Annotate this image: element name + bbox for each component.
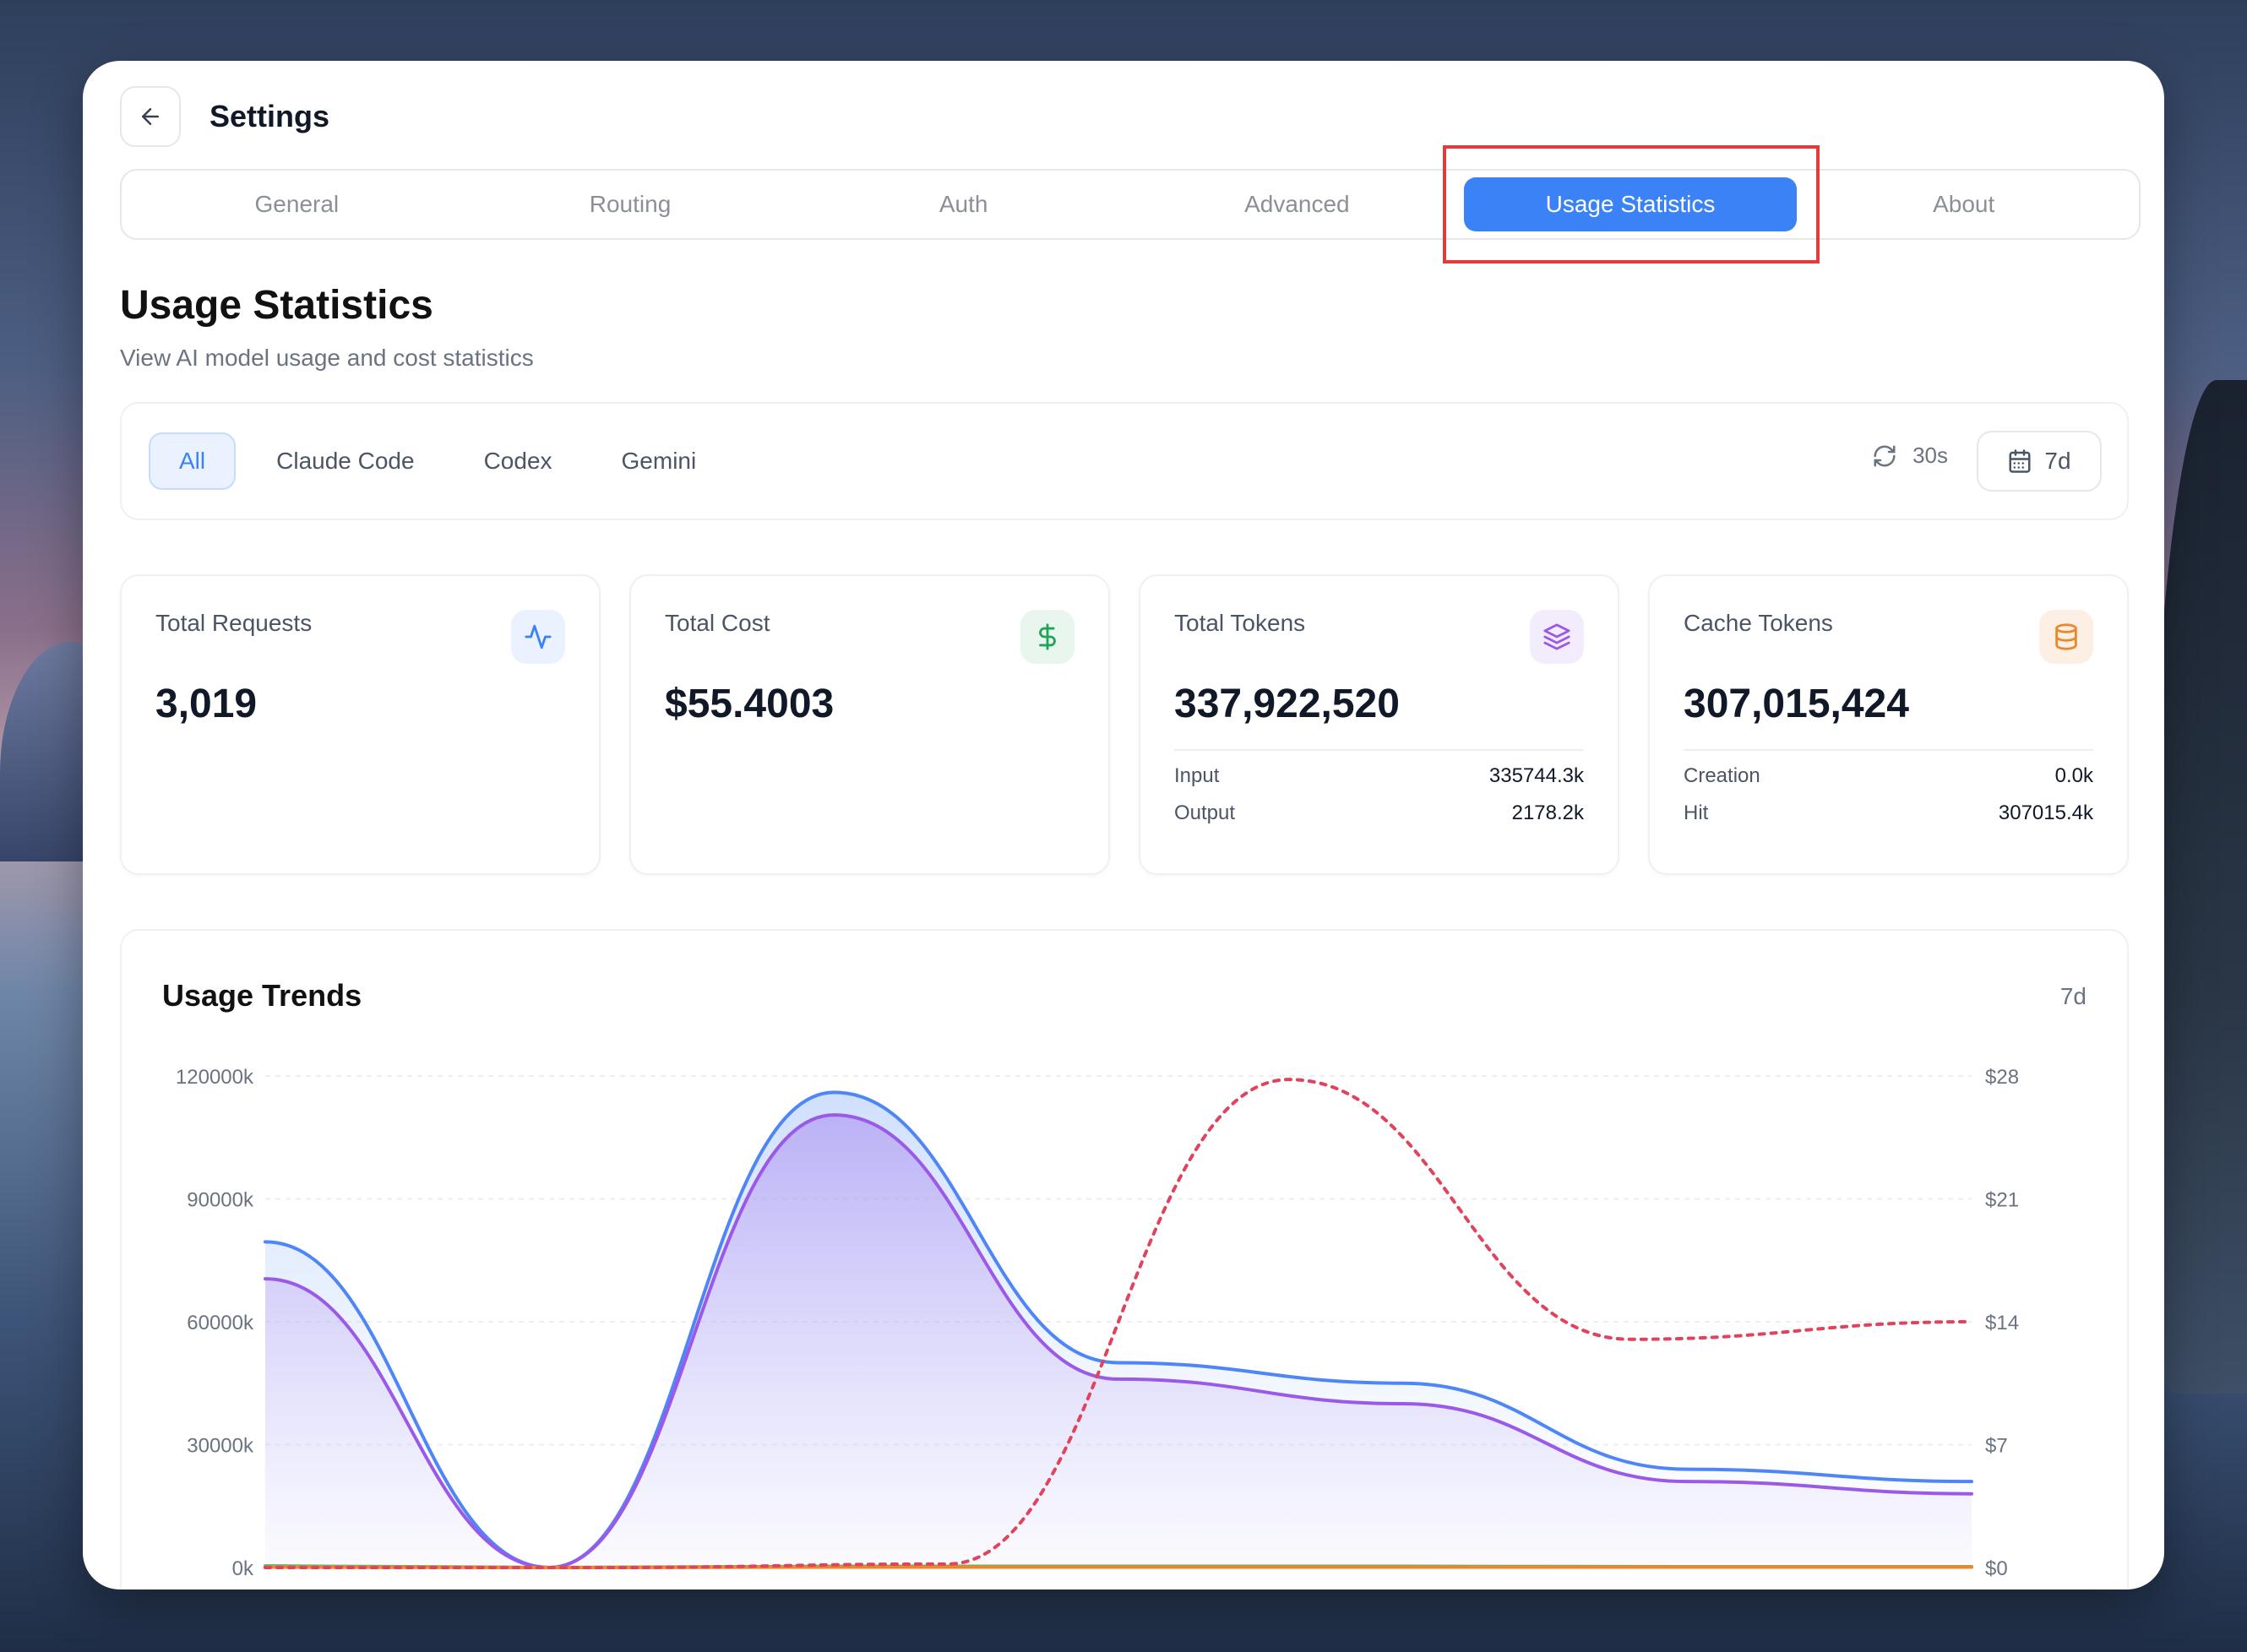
- y2-tick-label: $21: [1985, 1189, 2019, 1212]
- tab-routing[interactable]: Routing: [464, 177, 797, 231]
- breakdown-label: Output: [1174, 802, 1236, 824]
- y-tick-label: 60000k: [187, 1312, 254, 1334]
- breakdown-value: 2178.2k: [1511, 802, 1584, 824]
- tool-filters: All Claude Code Codex Gemini: [149, 432, 725, 490]
- card-value: 337,922,520: [1174, 682, 1400, 726]
- card-divider: [1174, 749, 1584, 751]
- card-label: Total Tokens: [1174, 610, 1306, 636]
- refresh-interval-label: 30s: [1912, 443, 1948, 468]
- card-divider: [1684, 749, 2093, 751]
- back-button[interactable]: [120, 86, 181, 147]
- y-tick-label: 90000k: [187, 1189, 254, 1212]
- total-cost-card: Total Cost $55.4003: [629, 574, 1110, 875]
- arrow-left-icon: [142, 108, 159, 125]
- card-label: Total Cost: [665, 610, 770, 636]
- filter-all[interactable]: All: [149, 432, 237, 490]
- calendar-icon: [2009, 449, 2031, 473]
- y-tick-label: 120000k: [176, 1066, 254, 1089]
- tab-advanced[interactable]: Advanced: [1130, 177, 1464, 231]
- filter-bar: All Claude Code Codex Gemini 30s 7d: [120, 402, 2129, 520]
- tab-about[interactable]: About: [1797, 177, 2130, 231]
- y-tick-label: 30000k: [187, 1435, 254, 1458]
- breakdown-label: Hit: [1684, 802, 1709, 824]
- y2-tick-label: $14: [1985, 1312, 2019, 1334]
- page-title: Settings: [209, 99, 330, 133]
- y2-tick-label: $7: [1985, 1435, 2008, 1458]
- filter-claude-code[interactable]: Claude Code: [248, 432, 443, 490]
- cache-tokens-card: Cache Tokens 307,015,424 Creation 0.0k H…: [1648, 574, 2129, 875]
- y-tick-label: 0k: [232, 1557, 254, 1580]
- breakdown-row: Hit 307015.4k: [1684, 802, 2093, 825]
- token-breakdown: Input 335744.3k Output 2178.2k: [1174, 764, 1584, 825]
- database-icon: [2039, 610, 2093, 664]
- activity-icon: [511, 610, 565, 664]
- breakdown-label: Input: [1174, 764, 1220, 787]
- breakdown-row: Input 335744.3k: [1174, 764, 1584, 788]
- breakdown-value: 335744.3k: [1488, 764, 1584, 787]
- date-range-label: 7d: [2044, 448, 2071, 474]
- layers-icon: [1530, 610, 1584, 664]
- tab-auth[interactable]: Auth: [797, 177, 1130, 231]
- summary-cards: Total Requests 3,019 Total Cost $55.4003…: [120, 574, 2129, 875]
- filter-gemini[interactable]: Gemini: [593, 432, 726, 490]
- breakdown-row: Output 2178.2k: [1174, 802, 1584, 825]
- y2-tick-label: $28: [1985, 1066, 2019, 1089]
- cache-breakdown: Creation 0.0k Hit 307015.4k: [1684, 764, 2093, 825]
- header: Settings: [120, 86, 329, 147]
- tab-usage-statistics[interactable]: Usage Statistics: [1463, 177, 1798, 231]
- breakdown-value: 0.0k: [2054, 764, 2093, 787]
- tab-general[interactable]: General: [130, 177, 464, 231]
- settings-tabs: General Routing Auth Advanced Usage Stat…: [120, 169, 2141, 240]
- card-label: Total Requests: [155, 610, 313, 636]
- date-range-button[interactable]: 7d: [1977, 431, 2102, 492]
- refresh-icon: [1874, 445, 1896, 466]
- total-tokens-card: Total Tokens 337,922,520 Input 335744.3k…: [1139, 574, 1619, 875]
- series-area: [265, 1115, 1972, 1568]
- card-value: $55.4003: [665, 682, 835, 726]
- dollar-icon: [1020, 610, 1075, 664]
- refresh-interval-button[interactable]: 30s: [1872, 443, 1948, 469]
- total-requests-card: Total Requests 3,019: [120, 574, 601, 875]
- usage-trends-panel: Usage Trends 7d 0k $0 30000k $7 60000k $14 900…: [120, 929, 2129, 1590]
- card-label: Cache Tokens: [1684, 610, 1833, 636]
- section-title: Usage Statistics: [120, 283, 433, 328]
- section-subtitle: View AI model usage and cost statistics: [120, 345, 534, 371]
- usage-trends-chart: 0k $0 30000k $7 60000k $14 90000k $21 120000k $28: [176, 1066, 2019, 1580]
- breakdown-row: Creation 0.0k: [1684, 764, 2093, 788]
- breakdown-label: Creation: [1684, 764, 1760, 787]
- card-value: 307,015,424: [1684, 682, 1909, 726]
- settings-window: Settings General Routing Auth Advanced U…: [83, 61, 2164, 1590]
- filter-codex[interactable]: Codex: [455, 432, 581, 490]
- card-value: 3,019: [155, 682, 258, 726]
- y2-tick-label: $0: [1985, 1557, 2008, 1580]
- breakdown-value: 307015.4k: [1998, 802, 2093, 824]
